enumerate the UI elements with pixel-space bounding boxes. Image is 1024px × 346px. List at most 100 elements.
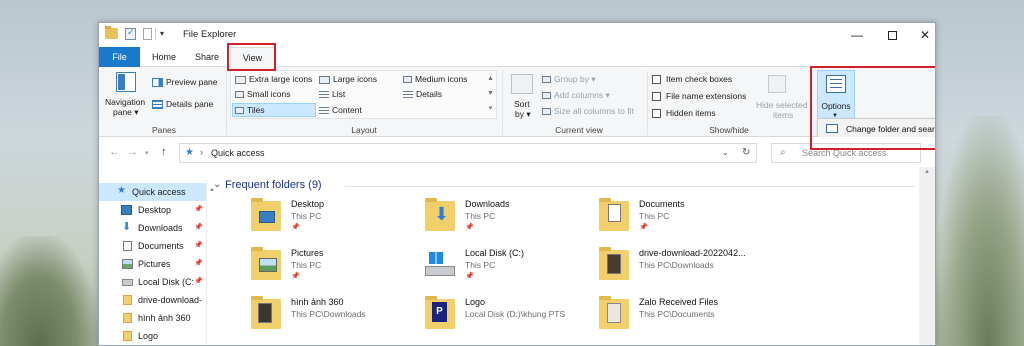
file-name-extensions-checkbox[interactable] [652, 92, 661, 102]
group-by-button[interactable]: Group by ▾ [542, 74, 596, 85]
sort-by-label[interactable]: Sort [514, 99, 530, 109]
folder-tile-pictures[interactable]: Pictures This PC 📌 [251, 247, 441, 292]
folder-name: Logo [465, 297, 486, 307]
folder-tile-local-disk[interactable]: Local Disk (C:) This PC 📌 [425, 248, 615, 292]
sidebar-item-label: Documents [138, 241, 184, 251]
hide-selected-label[interactable]: Hide selected [756, 100, 808, 110]
item-check-boxes-checkbox[interactable] [652, 75, 661, 85]
refresh-icon[interactable]: ↻ [742, 147, 750, 158]
file-name-extensions-label: File name extensions [666, 91, 747, 101]
up-button[interactable]: ↑ [161, 146, 167, 158]
sidebar-item-label: Pictures [138, 259, 171, 269]
navigation-pane-icon[interactable] [116, 72, 136, 92]
pin-icon: 📌 [194, 224, 203, 231]
content-scrollbar[interactable]: ▲ [919, 167, 935, 345]
pin-icon: 📌 [291, 224, 300, 231]
folder-icon [123, 295, 132, 305]
back-button[interactable]: ← [109, 146, 120, 158]
address-dropdown-icon[interactable]: ⌄ [722, 148, 729, 157]
breadcrumb[interactable]: Quick access [211, 148, 265, 158]
group-by-icon [542, 76, 551, 84]
preview-pane-button[interactable]: Preview pane [152, 77, 218, 88]
content-option[interactable]: Content [319, 105, 362, 115]
navigation-pane-label[interactable]: Navigation [105, 97, 145, 107]
folder-icon [123, 331, 132, 341]
add-columns-button[interactable]: Add columns ▾ [542, 90, 610, 101]
file-name-extensions-toggle[interactable]: File name extensions [652, 91, 747, 102]
folder-tile-logo[interactable]: P Logo Local Disk (D:)\khung PTS [425, 296, 615, 341]
tiles-label: Tiles [247, 105, 265, 115]
sidebar-item-logo[interactable]: Logo [99, 327, 206, 345]
tab-share[interactable]: Share [188, 47, 226, 67]
folder-tile-hinh-anh-360[interactable]: hình ảnh 360 This PC\Downloads [251, 296, 441, 341]
customize-toolbar-icon[interactable]: ▾ [160, 29, 164, 38]
folder-name: Desktop [291, 199, 325, 209]
sidebar-item-pictures[interactable]: Pictures 📌 [99, 255, 206, 273]
maximize-button[interactable] [874, 23, 910, 47]
sort-icon[interactable] [511, 74, 533, 94]
breadcrumb-chevron-icon[interactable]: › [200, 147, 203, 157]
folder-icon [105, 26, 118, 39]
thumbnail-icon [607, 303, 621, 323]
sidebar-item-downloads[interactable]: ⬇ Downloads 📌 [99, 219, 206, 237]
new-folder-icon[interactable] [143, 28, 152, 40]
nav-scrollbar[interactable]: ▲ [207, 179, 216, 345]
hidden-items-toggle[interactable]: Hidden items [652, 108, 716, 119]
sidebar-item-drive-download[interactable]: drive-download- [99, 291, 206, 309]
hide-selected-label-2[interactable]: items [773, 110, 793, 120]
navigation-pane-label-2[interactable]: pane ▾ [113, 107, 139, 118]
options-button[interactable]: Options ▼ [817, 70, 855, 122]
sidebar-item-hinh-anh-360[interactable]: hình ảnh 360 [99, 309, 206, 327]
folder-tile-desktop[interactable]: Desktop This PC 📌 [251, 198, 441, 243]
scroll-up-icon[interactable]: ▲ [924, 169, 930, 175]
ribbon-view: Navigation pane ▾ Preview pane Details p… [99, 67, 935, 137]
tab-home[interactable]: Home [143, 47, 185, 67]
sidebar-item-quick-access[interactable]: ★ Quick access [99, 183, 206, 201]
details-option[interactable]: Details [403, 89, 442, 99]
large-icons-icon [319, 75, 330, 84]
folder-icon [251, 247, 281, 280]
ribbon-separator [811, 71, 812, 135]
desktop-icon [121, 205, 132, 215]
folder-tile-downloads[interactable]: ⬇ Downloads This PC 📌 [425, 198, 615, 243]
chevron-down-icon[interactable]: ⌄ [213, 179, 221, 190]
recent-locations-button[interactable]: ▾ [145, 149, 149, 157]
folder-tile-drive-download[interactable]: drive-download-2022042... This PC\Downlo… [599, 247, 789, 292]
extra-large-icons-option[interactable]: Extra large icons [235, 74, 312, 84]
tab-view[interactable]: View [230, 47, 275, 68]
frequent-folders-heading[interactable]: Frequent folders (9) [225, 179, 322, 191]
address-row: ← → ▾ ↑ ★ › Quick access ⌄ ↻ ⌕ Search Qu… [99, 137, 935, 167]
search-input[interactable]: ⌕ Search Quick access [771, 143, 921, 163]
layout-scroll-arrows[interactable]: ▲ ▼ ▾ [485, 71, 496, 118]
small-icons-label: Small icons [247, 89, 291, 99]
size-columns-button[interactable]: Size all columns to fit [542, 106, 634, 116]
folder-tile-zalo-received[interactable]: Zalo Received Files This PC\Documents [599, 296, 789, 341]
change-folder-options-item[interactable]: Change folder and search options [846, 124, 935, 134]
large-icons-option[interactable]: Large icons [319, 74, 377, 84]
properties-icon[interactable] [125, 27, 136, 40]
hide-selected-icon[interactable] [768, 75, 786, 93]
tab-file[interactable]: File [99, 47, 140, 67]
forward-button[interactable]: → [127, 146, 138, 158]
download-icon: ⬇ [434, 204, 450, 224]
sidebar-item-label: Desktop [138, 205, 172, 215]
small-icons-option[interactable]: Small icons [235, 89, 290, 99]
options-label: Options [821, 101, 851, 111]
sort-by-label-2[interactable]: by ▾ [515, 109, 531, 120]
photoshop-file-icon: P [432, 302, 447, 322]
sidebar-item-local-disk[interactable]: Local Disk (C: 📌 [99, 273, 206, 291]
background-tree-left [0, 236, 98, 346]
sidebar-item-desktop[interactable]: Desktop 📌 [99, 201, 206, 219]
list-option[interactable]: List [319, 89, 345, 99]
minimize-button[interactable]: — [839, 23, 875, 47]
folder-tile-documents[interactable]: Documents This PC 📌 [599, 198, 789, 243]
details-pane-button[interactable]: Details pane [152, 99, 213, 110]
folder-location: This PC [291, 211, 322, 221]
tiles-option[interactable]: Tiles [235, 105, 265, 115]
close-button[interactable]: ✕ [907, 23, 935, 47]
sidebar-item-documents[interactable]: Documents 📌 [99, 237, 206, 255]
hidden-items-checkbox[interactable] [652, 109, 661, 119]
address-bar[interactable]: ★ › Quick access ⌄ ↻ [179, 143, 757, 163]
item-check-boxes-toggle[interactable]: Item check boxes [652, 74, 732, 85]
medium-icons-option[interactable]: Medium icons [403, 74, 467, 84]
